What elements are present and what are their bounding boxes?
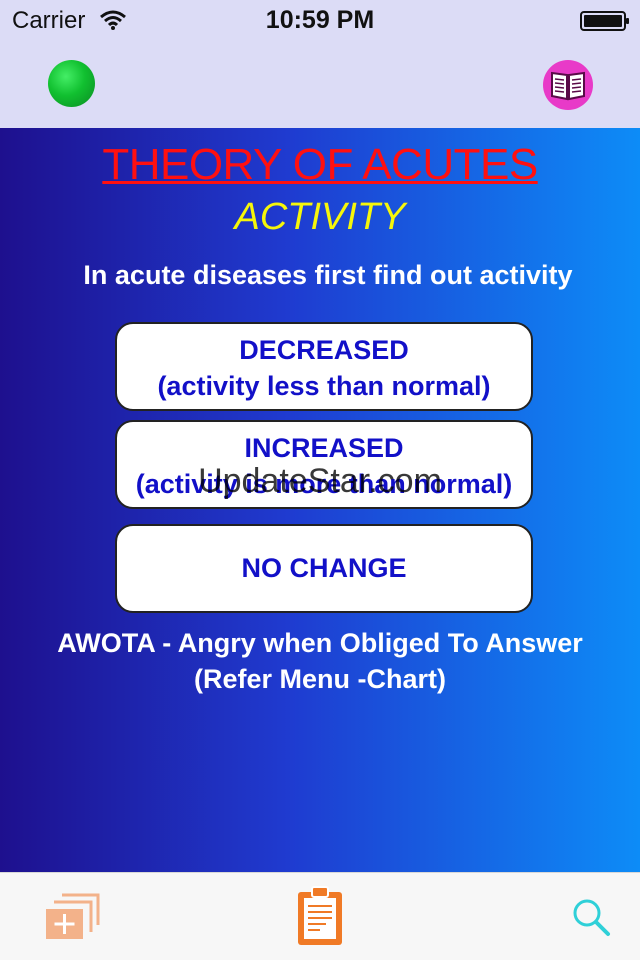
tab-bar xyxy=(0,872,640,960)
tab-search[interactable] xyxy=(571,897,611,942)
no-change-button[interactable]: NO CHANGE xyxy=(115,524,533,613)
status-bar: Carrier 10:59 PM xyxy=(0,0,640,40)
add-stack-icon xyxy=(46,893,100,939)
increased-label: INCREASED xyxy=(244,433,404,463)
awota-note: AWOTA - Angry when Obliged To Answer xyxy=(57,628,583,658)
screen: Carrier 10:59 PM THEORY OF ACUTES ACTIVI… xyxy=(0,0,640,960)
increased-button[interactable]: INCREASED (activity is more than normal) xyxy=(115,420,533,509)
top-bar: Carrier 10:59 PM xyxy=(0,0,640,128)
battery-icon xyxy=(580,11,629,31)
decreased-label: DECREASED xyxy=(239,335,409,365)
no-change-label: NO CHANGE xyxy=(241,553,407,583)
tab-clipboard[interactable] xyxy=(296,885,344,952)
status-time: 10:59 PM xyxy=(265,6,375,34)
refer-note: (Refer Menu -Chart) xyxy=(193,664,446,694)
page-title: THEORY OF ACUTES xyxy=(102,140,538,189)
book-icon xyxy=(551,71,585,101)
intro-text: In acute diseases first find out activit… xyxy=(83,260,573,290)
page-subtitle: ACTIVITY xyxy=(234,196,406,238)
decreased-detail: (activity less than normal) xyxy=(157,371,491,401)
green-dot-icon xyxy=(48,60,95,107)
book-button[interactable] xyxy=(543,60,593,110)
decreased-button[interactable]: DECREASED (activity less than normal) xyxy=(115,322,533,411)
clipboard-icon xyxy=(298,886,342,945)
increased-detail: (activity is more than normal) xyxy=(135,469,513,499)
tab-add[interactable] xyxy=(44,893,100,946)
main-content: THEORY OF ACUTES ACTIVITY In acute disea… xyxy=(0,128,640,872)
search-icon xyxy=(573,899,610,936)
